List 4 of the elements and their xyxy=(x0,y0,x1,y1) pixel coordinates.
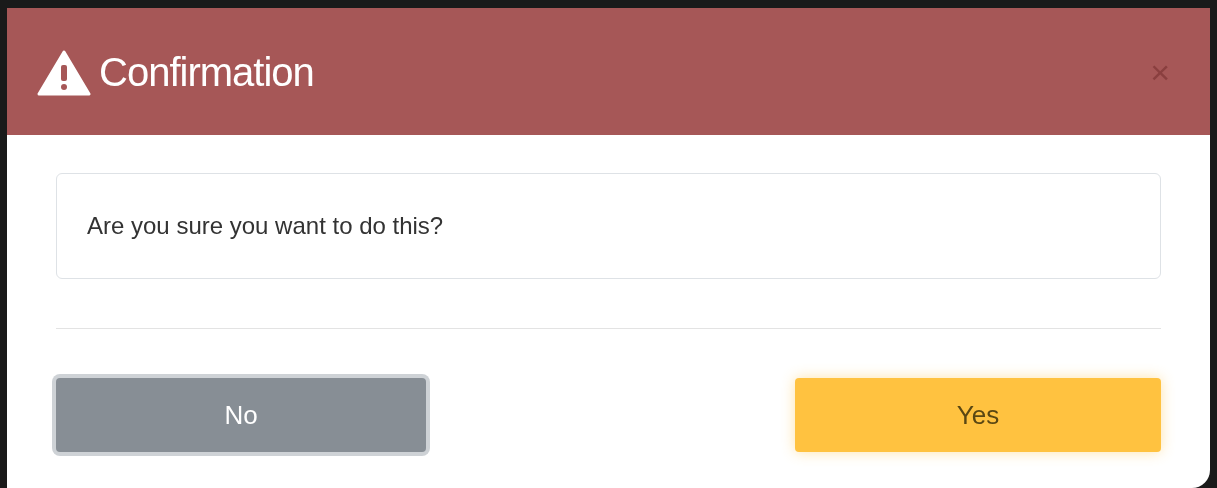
warning-icon xyxy=(37,49,91,96)
message-text: Are you sure you want to do this? xyxy=(56,173,1161,279)
dialog-title: Confirmation xyxy=(99,48,314,96)
yes-button[interactable]: Yes xyxy=(795,378,1161,452)
